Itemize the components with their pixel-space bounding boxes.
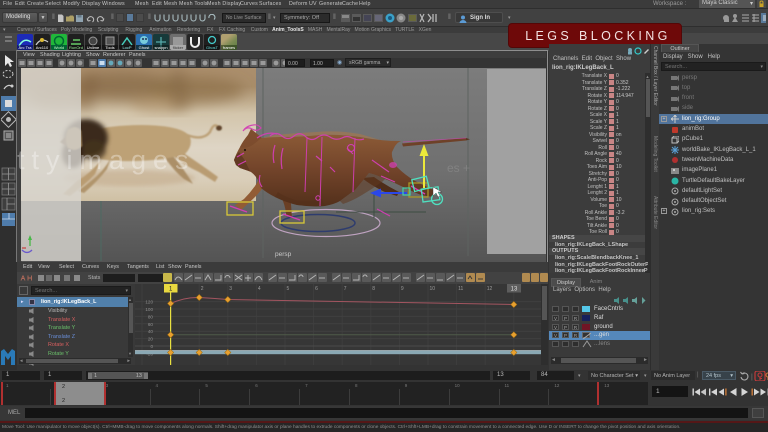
- svg-text:11: 11: [458, 286, 463, 292]
- svg-text:6: 6: [315, 286, 318, 292]
- svg-text:80: 80: [148, 314, 154, 319]
- svg-text:4: 4: [258, 286, 261, 292]
- svg-text:0: 0: [150, 344, 153, 349]
- svg-text:ttyimages: ttyimages: [17, 145, 196, 175]
- svg-text:3: 3: [229, 286, 232, 292]
- svg-text:12: 12: [487, 286, 493, 292]
- svg-text:20: 20: [148, 337, 154, 342]
- svg-text:120: 120: [145, 300, 153, 305]
- svg-text:60: 60: [148, 322, 154, 327]
- svg-text:|: |: [751, 374, 753, 381]
- svg-text:8: 8: [372, 286, 375, 292]
- svg-text:5: 5: [287, 286, 290, 292]
- svg-text:7: 7: [344, 286, 347, 292]
- svg-text:10: 10: [430, 286, 436, 292]
- svg-text:persp: persp: [275, 251, 292, 258]
- svg-text:13: 13: [511, 287, 518, 293]
- svg-text:9: 9: [401, 286, 404, 292]
- svg-text:es +: es +: [447, 161, 470, 175]
- svg-text:2: 2: [201, 286, 204, 292]
- svg-text:40: 40: [148, 329, 154, 334]
- svg-text:100: 100: [145, 307, 153, 312]
